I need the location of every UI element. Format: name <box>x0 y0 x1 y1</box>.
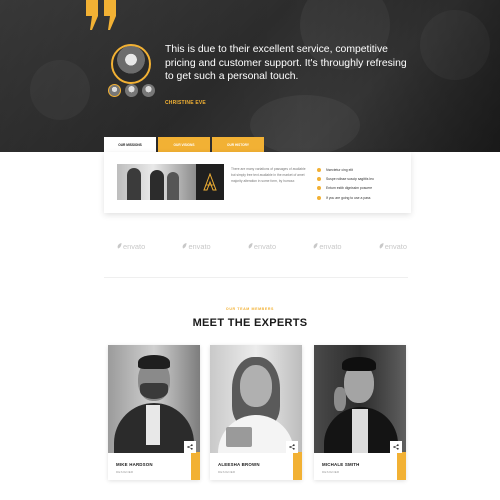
testimonial-quote: This is due to their excellent service, … <box>165 44 407 83</box>
team-photo <box>117 164 197 200</box>
team-member-photo <box>314 345 406 453</box>
check-icon <box>317 195 321 200</box>
envato-leaf-icon <box>183 243 187 249</box>
testimonial-thumb-3[interactable] <box>142 84 155 97</box>
envato-leaf-icon <box>379 243 384 249</box>
quote-icon <box>86 0 116 30</box>
envato-leaf-icon <box>248 243 253 249</box>
team-member-role: DESIGNER <box>322 470 340 474</box>
brand-logo-icon <box>196 164 224 200</box>
partner-logo[interactable]: envato <box>182 242 211 251</box>
envato-leaf-icon <box>313 243 318 249</box>
share-icon <box>393 444 399 450</box>
envato-leaf-icon <box>117 243 122 249</box>
divider <box>104 277 408 278</box>
team-card[interactable]: ALEESHA BROWN DESIGNER <box>210 345 302 480</box>
share-button[interactable] <box>286 441 298 453</box>
list-item: Suspe ndisse suscip sagittis leo <box>317 174 374 183</box>
team-member-role: DESIGNER <box>218 470 236 474</box>
section-title: MEET THE EXPERTS <box>192 317 308 329</box>
check-icon <box>317 176 321 181</box>
testimonial-section: This is due to their excellent service, … <box>0 0 500 152</box>
partner-logos: envato envato envato envato envato <box>117 240 407 252</box>
about-tabs: OUR MISSIONS OUR VISIONS OUR HISTORY <box>104 137 266 152</box>
list-item: Entum estib dignissim posuere <box>317 184 374 193</box>
partner-logo[interactable]: envato <box>248 242 276 251</box>
share-button[interactable] <box>390 441 402 453</box>
team-member-name: MIKE HARDSON <box>116 462 153 467</box>
share-button[interactable] <box>184 441 196 453</box>
tab-our-missions[interactable]: OUR MISSIONS <box>104 137 156 152</box>
list-item: If you are going to use a pass <box>317 193 374 202</box>
share-icon <box>289 444 295 450</box>
check-icon <box>317 186 321 191</box>
share-icon <box>187 444 193 450</box>
card-accent <box>397 452 406 480</box>
partner-logo[interactable]: envato <box>313 242 342 251</box>
testimonial-thumb-2[interactable] <box>125 84 138 97</box>
check-icon <box>317 167 321 172</box>
testimonial-avatar <box>111 44 151 84</box>
team-member-name: MICHALE SMITH <box>322 462 360 467</box>
section-eyebrow: OUR TEAM MEMBERS <box>225 307 275 311</box>
tab-our-visions[interactable]: OUR VISIONS <box>158 137 210 152</box>
card-accent <box>191 452 200 480</box>
team-member-name: ALEESHA BROWN <box>218 462 260 467</box>
team-member-photo <box>210 345 302 453</box>
list-item: Nsectetur cing elit <box>317 165 374 174</box>
team-card[interactable]: MIKE HARDSON DESIGNER <box>108 345 200 480</box>
team-member-photo <box>108 345 200 453</box>
feature-checklist: Nsectetur cing elit Suspe ndisse suscip … <box>317 165 374 202</box>
testimonial-author: CHRISTINE EVE <box>165 100 206 106</box>
partner-logo[interactable]: envato <box>379 242 407 251</box>
card-accent <box>293 452 302 480</box>
team-member-role: DESIGNER <box>116 470 134 474</box>
team-card[interactable]: MICHALE SMITH DESIGNER <box>314 345 406 480</box>
tab-panel: There are many variations of passages of… <box>104 152 411 213</box>
panel-description: There are many variations of passages of… <box>231 167 306 183</box>
testimonial-thumb-1[interactable] <box>108 84 121 97</box>
partner-logo[interactable]: envato <box>117 242 145 251</box>
tab-our-history[interactable]: OUR HISTORY <box>212 137 264 152</box>
